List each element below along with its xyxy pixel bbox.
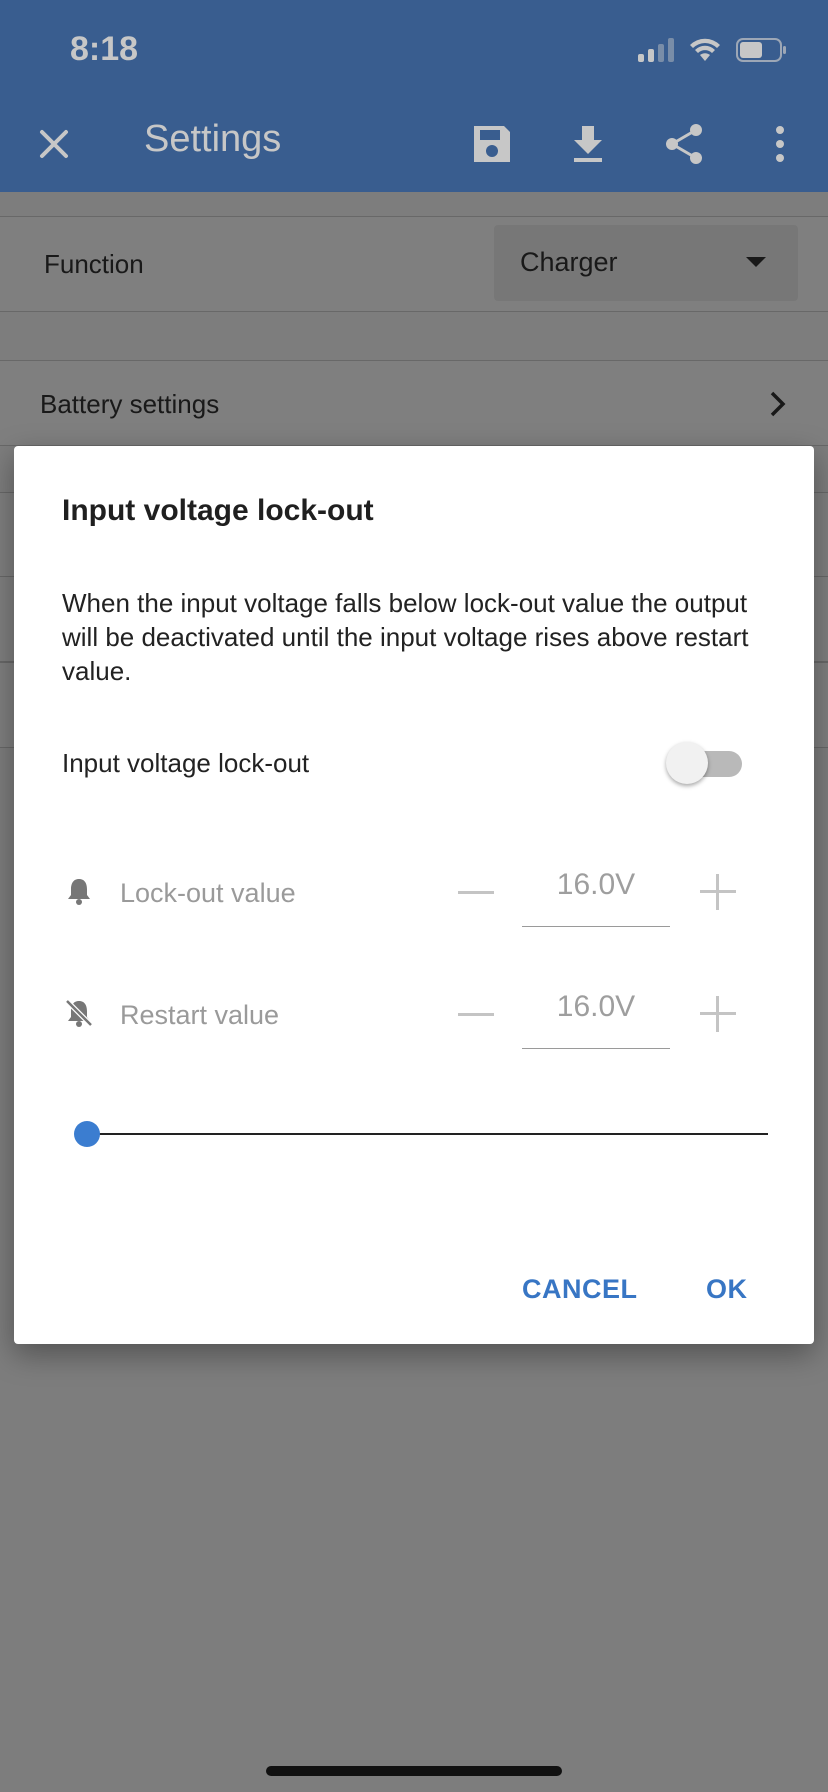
input-voltage-lockout-dialog: Input voltage lock-out When the input vo… bbox=[14, 446, 814, 1344]
restart-value-row: Restart value 16.0V bbox=[62, 980, 762, 1050]
lockout-increment-button[interactable] bbox=[700, 874, 736, 910]
lockout-decrement-button[interactable] bbox=[458, 891, 494, 894]
slider-track bbox=[84, 1133, 768, 1135]
restart-value-field[interactable]: 16.0V bbox=[522, 980, 670, 1049]
lockout-toggle[interactable] bbox=[666, 741, 756, 785]
cancel-button[interactable]: CANCEL bbox=[522, 1274, 638, 1305]
dialog-description: When the input voltage falls below lock-… bbox=[62, 588, 749, 686]
lockout-value-field[interactable]: 16.0V bbox=[522, 858, 670, 927]
home-indicator[interactable] bbox=[266, 1766, 562, 1776]
dialog-title: Input voltage lock-out bbox=[62, 494, 374, 527]
slider-thumb[interactable] bbox=[74, 1121, 100, 1147]
ok-button[interactable]: OK bbox=[706, 1274, 748, 1305]
lockout-value: 16.0V bbox=[556, 868, 636, 901]
bell-off-icon bbox=[64, 998, 94, 1028]
scrim-top bbox=[0, 0, 828, 192]
restart-increment-button[interactable] bbox=[700, 996, 736, 1032]
lockout-toggle-label: Input voltage lock-out bbox=[62, 748, 310, 778]
restart-decrement-button[interactable] bbox=[458, 1013, 494, 1016]
lockout-value-row: Lock-out value 16.0V bbox=[62, 858, 762, 928]
restart-value-label: Restart value bbox=[120, 1000, 280, 1030]
voltage-slider[interactable] bbox=[74, 1114, 768, 1154]
bell-icon bbox=[64, 876, 94, 906]
restart-value: 16.0V bbox=[556, 990, 636, 1023]
lockout-value-label: Lock-out value bbox=[120, 878, 296, 908]
